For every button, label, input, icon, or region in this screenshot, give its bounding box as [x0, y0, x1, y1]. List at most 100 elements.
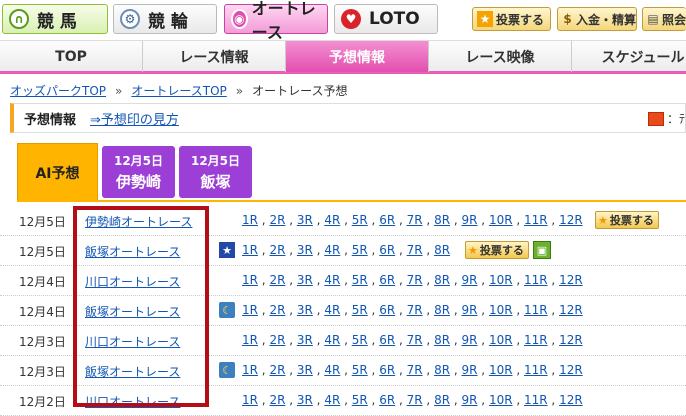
- race-number-link[interactable]: 8R: [434, 393, 450, 407]
- race-number-link[interactable]: 5R: [352, 213, 368, 227]
- race-number-link[interactable]: 9R: [462, 303, 478, 317]
- race-number-link[interactable]: 6R: [379, 303, 395, 317]
- race-number-link[interactable]: 7R: [407, 393, 423, 407]
- row-vote-button[interactable]: ★ 投票する: [465, 241, 529, 259]
- vote-button[interactable]: ★ 投票する: [472, 7, 551, 31]
- race-number-link[interactable]: 2R: [269, 303, 285, 317]
- race-number-link[interactable]: 3R: [297, 333, 313, 347]
- race-number-link[interactable]: 6R: [379, 393, 395, 407]
- race-number-link[interactable]: 10R: [489, 273, 513, 287]
- tab-isesaki-prediction[interactable]: 12月5日 伊勢崎: [102, 146, 175, 198]
- tab-iizuka-prediction[interactable]: 12月5日 飯塚: [179, 146, 252, 198]
- race-number-link[interactable]: 5R: [352, 303, 368, 317]
- nav-race-video[interactable]: レース映像: [429, 41, 572, 72]
- race-number-link[interactable]: 4R: [324, 303, 340, 317]
- race-number-link[interactable]: 11R: [524, 393, 548, 407]
- race-number-link[interactable]: 2R: [269, 213, 285, 227]
- race-number-link[interactable]: 1R: [242, 333, 258, 347]
- race-number-link[interactable]: 3R: [297, 393, 313, 407]
- race-number-link[interactable]: 3R: [297, 243, 313, 257]
- race-number-link[interactable]: 10R: [489, 303, 513, 317]
- race-number-link[interactable]: 5R: [352, 363, 368, 377]
- race-number-link[interactable]: 10R: [489, 213, 513, 227]
- race-number-link[interactable]: 9R: [462, 273, 478, 287]
- race-number-link[interactable]: 2R: [269, 273, 285, 287]
- race-number-link[interactable]: 11R: [524, 363, 548, 377]
- gift-icon[interactable]: ▣: [533, 241, 551, 259]
- race-number-link[interactable]: 4R: [324, 393, 340, 407]
- race-number-link[interactable]: 6R: [379, 213, 395, 227]
- deposit-button[interactable]: $ 入金・精算: [557, 7, 637, 31]
- race-number-link[interactable]: 11R: [524, 333, 548, 347]
- race-number-link[interactable]: 11R: [524, 303, 548, 317]
- breadcrumb-home-link[interactable]: オッズパークTOP: [10, 84, 106, 98]
- tab-loto[interactable]: ♥ LOTO: [334, 4, 438, 34]
- race-number-link[interactable]: 12R: [559, 213, 583, 227]
- race-number-link[interactable]: 8R: [434, 213, 450, 227]
- race-number-link[interactable]: 7R: [407, 333, 423, 347]
- section-right-link[interactable]: ：ﾃ: [647, 110, 685, 127]
- nav-prediction-info[interactable]: 予想情報: [286, 41, 429, 72]
- race-number-link[interactable]: 7R: [407, 213, 423, 227]
- tab-autorace[interactable]: ◉ オートレース: [224, 0, 328, 42]
- race-number-link[interactable]: 11R: [524, 273, 548, 287]
- race-number-link[interactable]: 12R: [559, 273, 583, 287]
- race-number-link[interactable]: 8R: [434, 303, 450, 317]
- nav-top[interactable]: TOP: [0, 41, 143, 72]
- race-number-link[interactable]: 5R: [352, 393, 368, 407]
- race-number-link[interactable]: 4R: [324, 363, 340, 377]
- race-number-link[interactable]: 1R: [242, 213, 258, 227]
- race-number-link[interactable]: 3R: [297, 363, 313, 377]
- race-number-link[interactable]: 2R: [269, 393, 285, 407]
- race-number-link[interactable]: 7R: [407, 363, 423, 377]
- race-number-link[interactable]: 12R: [559, 363, 583, 377]
- race-number-link[interactable]: 4R: [324, 273, 340, 287]
- tab-keiba[interactable]: ∩ 競 馬: [2, 4, 108, 34]
- race-number-link[interactable]: 1R: [242, 393, 258, 407]
- inquiry-button[interactable]: ▤ 照会: [642, 7, 686, 31]
- race-number-link[interactable]: 9R: [462, 213, 478, 227]
- race-number-link[interactable]: 7R: [407, 303, 423, 317]
- race-number-link[interactable]: 7R: [407, 273, 423, 287]
- race-number-link[interactable]: 8R: [434, 363, 450, 377]
- race-number-link[interactable]: 3R: [297, 303, 313, 317]
- breadcrumb-autorace-link[interactable]: オートレースTOP: [131, 84, 226, 98]
- race-number-link[interactable]: 2R: [269, 243, 285, 257]
- race-number-link[interactable]: 3R: [297, 213, 313, 227]
- nav-race-info[interactable]: レース情報: [143, 41, 286, 72]
- race-number-link[interactable]: 1R: [242, 363, 258, 377]
- race-number-link[interactable]: 5R: [352, 243, 368, 257]
- race-number-link[interactable]: 9R: [462, 333, 478, 347]
- tab-keirin[interactable]: ⚙ 競 輪: [113, 4, 217, 34]
- race-number-link[interactable]: 6R: [379, 273, 395, 287]
- race-number-link[interactable]: 12R: [559, 303, 583, 317]
- race-number-link[interactable]: 6R: [379, 243, 395, 257]
- race-number-link[interactable]: 6R: [379, 363, 395, 377]
- prediction-mark-guide-link[interactable]: ⇒予想印の見方: [90, 109, 179, 128]
- race-number-link[interactable]: 9R: [462, 393, 478, 407]
- race-number-link[interactable]: 6R: [379, 333, 395, 347]
- race-number-link[interactable]: 2R: [269, 333, 285, 347]
- race-number-link[interactable]: 1R: [242, 243, 258, 257]
- row-vote-button[interactable]: ★ 投票する: [595, 211, 659, 229]
- race-number-link[interactable]: 10R: [489, 363, 513, 377]
- race-number-link[interactable]: 8R: [434, 273, 450, 287]
- race-number-link[interactable]: 4R: [324, 213, 340, 227]
- tab-ai-prediction[interactable]: AI予想: [17, 143, 98, 202]
- nav-schedule[interactable]: スケジュール: [572, 41, 686, 72]
- race-number-link[interactable]: 12R: [559, 393, 583, 407]
- race-number-link[interactable]: 9R: [462, 363, 478, 377]
- race-number-link[interactable]: 12R: [559, 333, 583, 347]
- race-number-link[interactable]: 4R: [324, 243, 340, 257]
- race-number-link[interactable]: 11R: [524, 213, 548, 227]
- race-number-link[interactable]: 3R: [297, 273, 313, 287]
- race-number-link[interactable]: 4R: [324, 333, 340, 347]
- race-number-link[interactable]: 8R: [434, 243, 450, 257]
- race-number-link[interactable]: 10R: [489, 393, 513, 407]
- race-number-link[interactable]: 1R: [242, 303, 258, 317]
- race-number-link[interactable]: 1R: [242, 273, 258, 287]
- race-number-link[interactable]: 5R: [352, 273, 368, 287]
- race-number-link[interactable]: 10R: [489, 333, 513, 347]
- race-number-link[interactable]: 8R: [434, 333, 450, 347]
- race-number-link[interactable]: 2R: [269, 363, 285, 377]
